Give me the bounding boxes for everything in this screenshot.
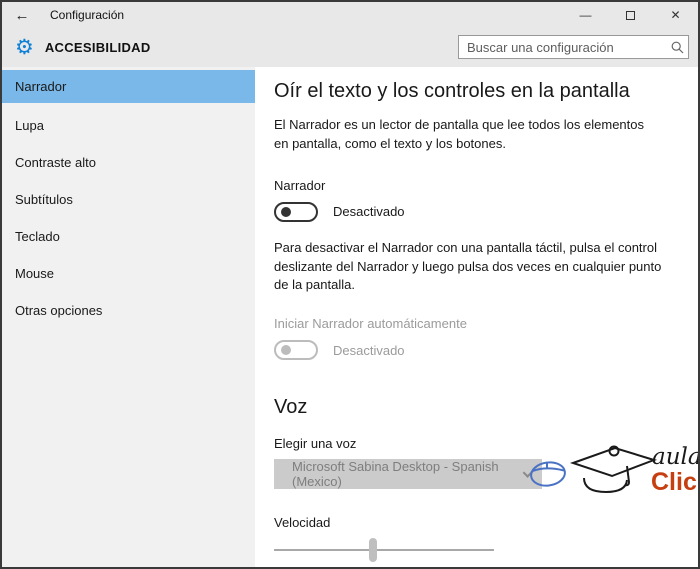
intro-text: El Narrador es un lector de pantalla que… [274, 116, 652, 154]
sidebar-item-subtitulos[interactable]: Subtítulos [2, 181, 255, 218]
autostart-toggle-label: Iniciar Narrador automáticamente [274, 316, 678, 331]
autostart-toggle-row: Desactivado [274, 340, 678, 360]
section-heading: Oír el texto y los controles en la panta… [274, 80, 678, 103]
autostart-toggle-knob [281, 345, 291, 355]
aulaclic-logo: aula Clic [526, 436, 698, 498]
settings-window: ← Configuración — ✕ ⚙ ACCESIBILIDAD Narr… [0, 0, 700, 569]
sidebar-item-teclado[interactable]: Teclado [2, 218, 255, 255]
close-button[interactable]: ✕ [653, 2, 698, 28]
graduation-cap-icon [573, 447, 654, 493]
sidebar-item-otras-opciones[interactable]: Otras opciones [2, 292, 255, 329]
sidebar-item-contraste-alto[interactable]: Contraste alto [2, 144, 255, 181]
search-box[interactable] [458, 35, 689, 59]
window-controls: — ✕ [563, 2, 698, 28]
search-input[interactable] [459, 40, 666, 55]
speed-label: Velocidad [274, 515, 678, 530]
gear-icon: ⚙ [15, 37, 34, 58]
search-icon[interactable] [666, 41, 688, 54]
page-header: ⚙ ACCESIBILIDAD [2, 28, 698, 67]
autostart-toggle-state: Desactivado [333, 343, 405, 358]
mouse-icon [530, 460, 567, 488]
sidebar-item-lupa[interactable]: Lupa [2, 107, 255, 144]
speed-slider[interactable] [274, 538, 494, 562]
titlebar: ← Configuración — ✕ [2, 2, 698, 28]
maximize-icon [626, 11, 635, 20]
sidebar: Narrador Lupa Contraste alto Subtítulos … [2, 67, 255, 567]
speed-slider-thumb[interactable] [369, 538, 377, 562]
touch-note-text: Para desactivar el Narrador con una pant… [274, 239, 662, 296]
maximize-button[interactable] [608, 2, 653, 28]
narrator-toggle-row: Desactivado [274, 202, 678, 222]
logo-word-clic: Clic [651, 468, 697, 496]
page-title: ACCESIBILIDAD [45, 40, 151, 55]
voice-heading: Voz [274, 396, 678, 419]
voice-dropdown-value: Microsoft Sabina Desktop - Spanish (Mexi… [292, 459, 515, 489]
autostart-toggle [274, 340, 318, 360]
back-arrow-icon[interactable]: ← [2, 7, 42, 24]
narrator-toggle-state: Desactivado [333, 204, 405, 219]
speed-slider-track [274, 549, 494, 551]
narrator-toggle-label: Narrador [274, 178, 678, 193]
voice-dropdown: Microsoft Sabina Desktop - Spanish (Mexi… [274, 459, 542, 489]
window-title: Configuración [50, 8, 124, 22]
narrator-toggle-knob [281, 207, 291, 217]
sidebar-item-narrador[interactable]: Narrador [2, 70, 255, 103]
minimize-button[interactable]: — [563, 2, 608, 28]
narrator-toggle[interactable] [274, 202, 318, 222]
logo-word-aula: aula [652, 444, 698, 470]
sidebar-item-mouse[interactable]: Mouse [2, 255, 255, 292]
